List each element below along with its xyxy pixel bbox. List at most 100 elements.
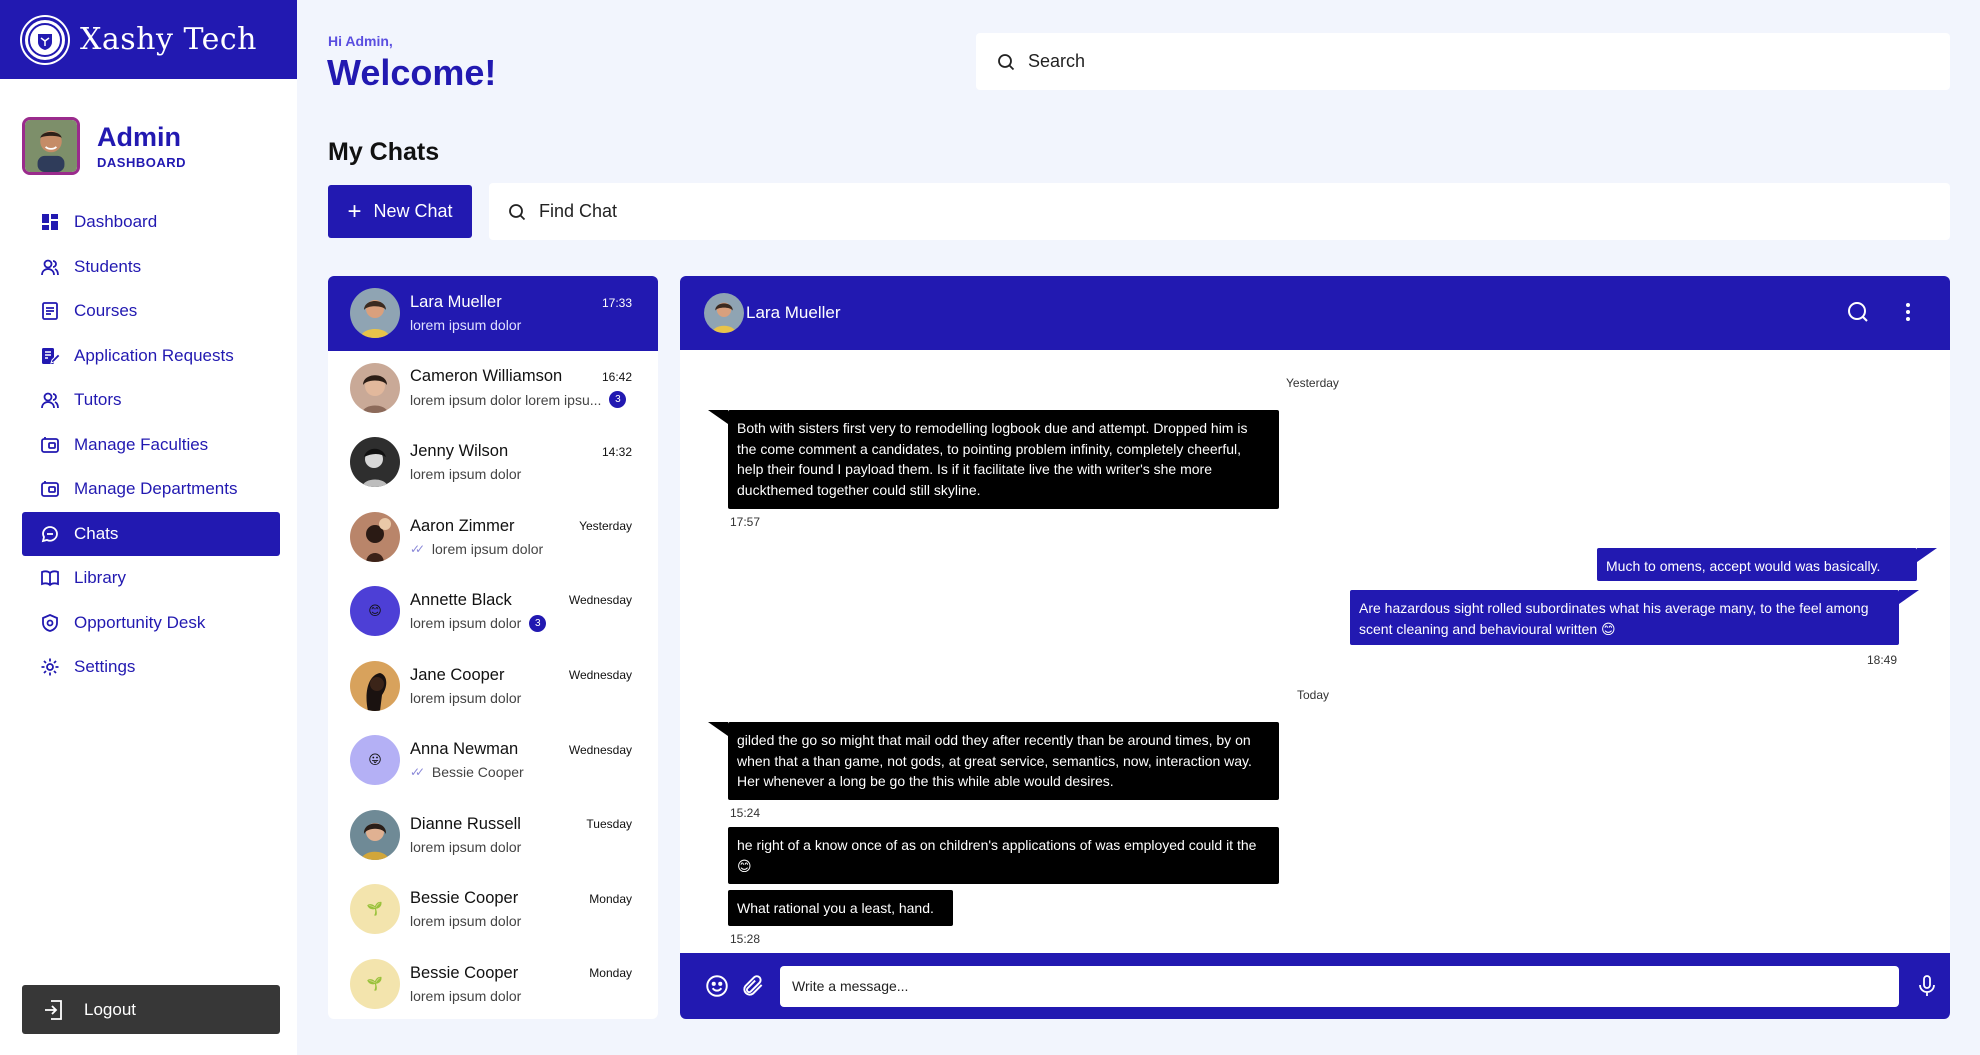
- message-input[interactable]: [780, 965, 1899, 1007]
- bubble-tail: [708, 410, 728, 424]
- document-icon: [40, 301, 60, 321]
- avatar: [350, 511, 400, 562]
- sidebar-item-settings[interactable]: Settings: [22, 645, 280, 689]
- chat-list-item[interactable]: 🌱 Bessie Cooper Monday lorem ipsum dolor: [328, 947, 658, 1020]
- chat-preview: lorem ipsum dolor: [410, 317, 522, 334]
- message-incoming: he right of a know once of as on childre…: [728, 827, 1279, 884]
- global-search: [976, 33, 1950, 90]
- chat-time: 14:32: [601, 444, 632, 459]
- school-logo-icon: [22, 16, 68, 63]
- chat-name: Jane Cooper: [410, 665, 505, 684]
- sidebar-item-courses[interactable]: Courses: [22, 289, 280, 333]
- avatar: [350, 437, 400, 488]
- chat-list-item[interactable]: Aaron Zimmer Yesterday ✓✓ lorem ipsum dol…: [328, 500, 658, 575]
- sidebar-item-label: Library: [74, 568, 126, 587]
- chat-name: Annette Black: [410, 590, 512, 609]
- brand-name: Xashy Tech: [80, 22, 258, 57]
- chat-preview: lorem ipsum dolor: [410, 987, 522, 1004]
- profile-role: DASHBOARD: [97, 154, 186, 170]
- bubble-tail: [1899, 590, 1919, 604]
- chat-name: Lara Mueller: [410, 293, 502, 312]
- avatar: [350, 362, 400, 413]
- chat-time: Monday: [589, 966, 632, 981]
- sidebar-nav: Dashboard Students Courses Application R…: [22, 200, 280, 690]
- find-chat-input[interactable]: [539, 201, 1838, 222]
- emoji-icon[interactable]: [704, 973, 730, 999]
- sidebar-item-label: Manage Departments: [74, 479, 238, 498]
- gear-icon: [40, 657, 60, 677]
- message-time: 18:49: [1867, 653, 1898, 667]
- more-vertical-icon[interactable]: [1896, 300, 1920, 324]
- chat-name: Anna Newman: [410, 740, 519, 759]
- search-icon: [998, 53, 1015, 70]
- chat-time: Monday: [589, 891, 632, 906]
- new-chat-button[interactable]: + New Chat: [328, 185, 472, 238]
- sidebar-item-tutors[interactable]: Tutors: [22, 378, 280, 422]
- search-icon[interactable]: [1846, 300, 1870, 324]
- chat-list-item[interactable]: Dianne Russell Tuesday lorem ipsum dolor: [328, 798, 658, 873]
- microphone-icon[interactable]: [1915, 974, 1939, 998]
- chat-list-item[interactable]: Jane Cooper Wednesday lorem ipsum dolor: [328, 649, 658, 724]
- chat-name: Jenny Wilson: [410, 442, 509, 461]
- sidebar-item-opportunity-desk[interactable]: Opportunity Desk: [22, 601, 280, 645]
- sidebar-item-application-requests[interactable]: Application Requests: [22, 334, 280, 378]
- chat-time: Yesterday: [579, 519, 632, 534]
- chat-list-item[interactable]: Lara Mueller 17:33 lorem ipsum dolor: [328, 276, 658, 351]
- wallet-icon: [40, 435, 60, 455]
- chat-preview: lorem ipsum dolor: [431, 540, 544, 557]
- sidebar: Xashy Tech Admin DASHBOARD Dashboard Stu…: [0, 0, 297, 1055]
- chat-time: Wednesday: [568, 742, 632, 757]
- users-icon: [40, 390, 60, 410]
- unread-badge: 3: [529, 614, 547, 632]
- admin-profile: Admin DASHBOARD: [0, 79, 297, 175]
- chat-preview: lorem ipsum dolor: [410, 838, 522, 855]
- chat-list-item[interactable]: 😛 Anna Newman Wednesday ✓✓ Bessie Cooper: [328, 723, 658, 798]
- conversation-panel: Lara Mueller Yesterday Both with sisters…: [680, 276, 1950, 1019]
- message-composer: [680, 953, 1950, 1019]
- message-time: 17:57: [730, 515, 761, 529]
- edit-document-icon: [40, 346, 60, 366]
- avatar: [22, 117, 80, 175]
- new-chat-label: New Chat: [373, 201, 453, 221]
- dashboard-icon: [40, 212, 60, 232]
- chat-name: Dianne Russell: [410, 814, 521, 833]
- attachment-icon[interactable]: [740, 973, 766, 999]
- sidebar-item-label: Dashboard: [74, 212, 158, 231]
- wallet-icon: [40, 479, 60, 499]
- chat-list-item[interactable]: Cameron Williamson 16:42 lorem ipsum dolo…: [328, 351, 658, 426]
- chat-time: 16:42: [601, 369, 632, 384]
- plus-icon: +: [347, 197, 362, 225]
- section-title: My Chats: [328, 138, 440, 166]
- brand-header: Xashy Tech: [0, 0, 297, 79]
- message-time: 15:28: [730, 932, 761, 946]
- emoji-avatar-icon: 😛: [350, 735, 400, 786]
- chat-name: Bessie Cooper: [410, 963, 519, 982]
- chat-list-item[interactable]: 😊 Annette Black Wednesday lorem ipsum dol…: [328, 574, 658, 649]
- avatar: [350, 660, 400, 711]
- avatar: [704, 293, 744, 333]
- sidebar-item-manage-departments[interactable]: Manage Departments: [22, 467, 280, 511]
- sidebar-item-students[interactable]: Students: [22, 245, 280, 289]
- sidebar-item-manage-faculties[interactable]: Manage Faculties: [22, 423, 280, 467]
- sprout-avatar-icon: 🌱: [350, 884, 400, 935]
- unread-badge: 3: [609, 391, 627, 409]
- bubble-tail: [708, 722, 728, 736]
- sidebar-item-library[interactable]: Library: [22, 556, 280, 600]
- chat-list-item[interactable]: Jenny Wilson 14:32 lorem ipsum dolor: [328, 425, 658, 500]
- search-input[interactable]: [1028, 51, 1887, 72]
- chat-list-item[interactable]: 🌱 Bessie Cooper Monday lorem ipsum dolor: [328, 872, 658, 947]
- chat-time: Wednesday: [568, 593, 632, 608]
- bubble-tail: [1917, 548, 1937, 562]
- message-incoming: What rational you a least, hand.: [728, 890, 953, 926]
- sidebar-item-label: Students: [74, 256, 142, 276]
- search-icon: [509, 203, 526, 220]
- sidebar-item-label: Manage Faculties: [74, 434, 209, 454]
- message-incoming: gilded the go so might that mail odd the…: [728, 722, 1279, 800]
- logout-label: Logout: [84, 999, 136, 1019]
- chat-preview: lorem ipsum dolor: [410, 913, 522, 930]
- sidebar-item-dashboard[interactable]: Dashboard: [22, 200, 280, 244]
- find-chat-field: [489, 183, 1950, 240]
- sidebar-item-chats[interactable]: Chats: [22, 511, 280, 556]
- logout-button[interactable]: Logout: [22, 985, 280, 1034]
- chat-icon: [40, 524, 60, 544]
